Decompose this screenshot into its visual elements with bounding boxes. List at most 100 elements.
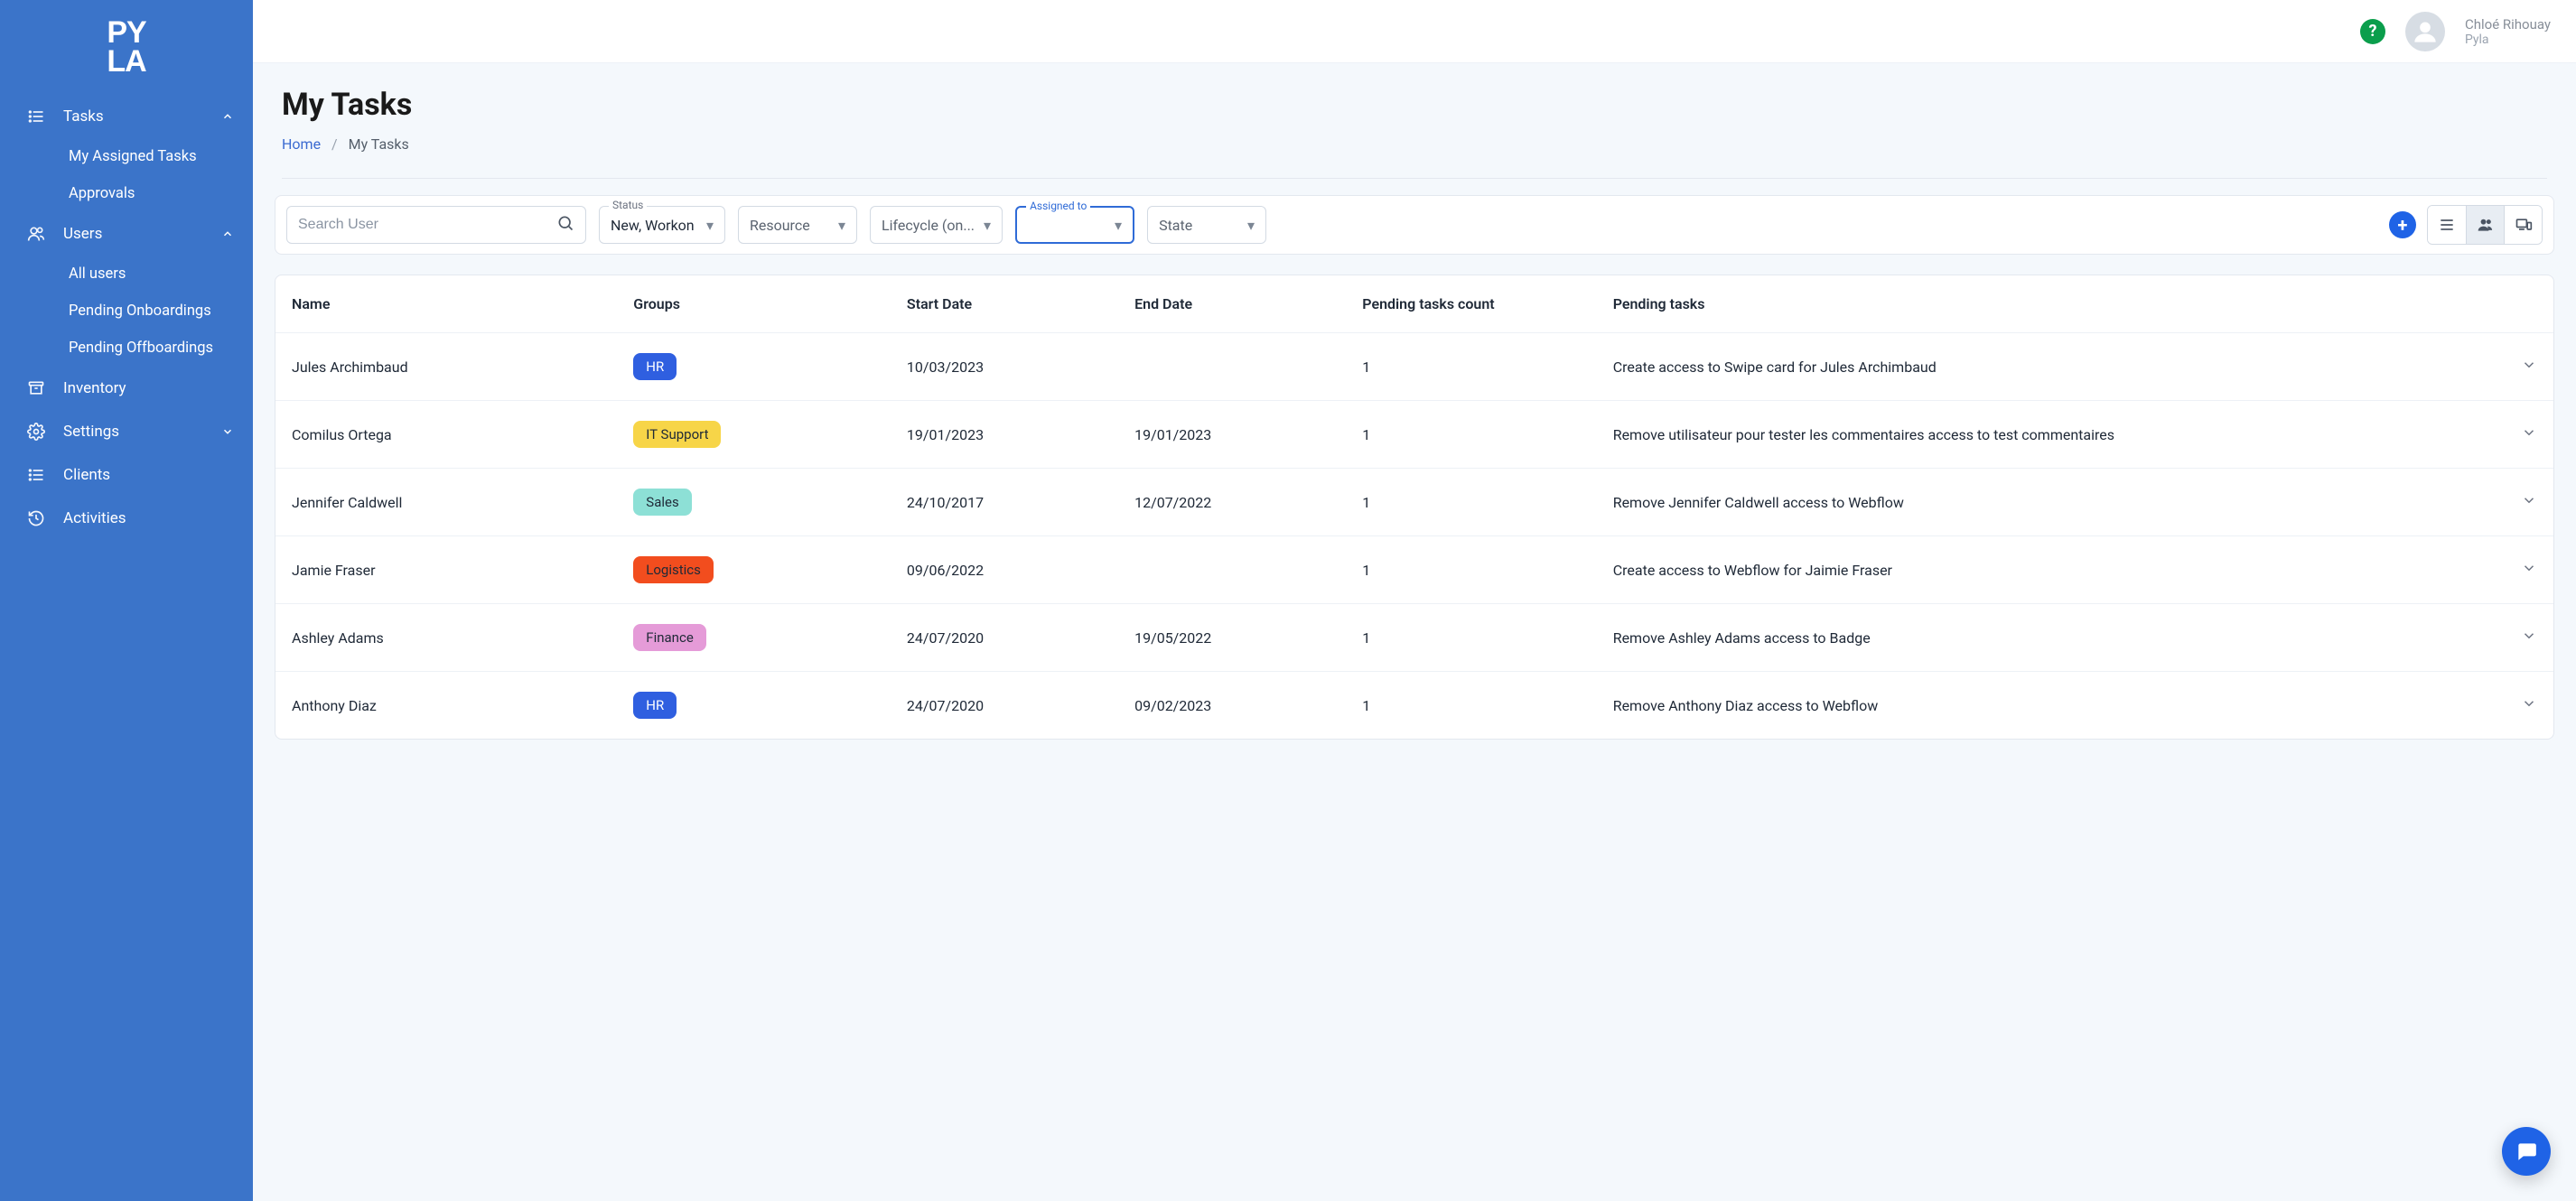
user-org: Pyla <box>2465 33 2551 47</box>
history-icon <box>27 509 45 527</box>
search-input[interactable] <box>298 217 556 233</box>
sidebar-item-my-assigned-tasks[interactable]: My Assigned Tasks <box>0 138 253 175</box>
user-name: Chloé Rihouay <box>2465 16 2551 33</box>
expand-row-button[interactable] <box>2440 469 2553 536</box>
sidebar-item-pending-onboardings[interactable]: Pending Onboardings <box>0 293 253 330</box>
divider <box>282 178 2547 179</box>
cell-group: HR <box>617 672 891 740</box>
chevron-down-icon: ▾ <box>1247 217 1255 234</box>
cell-task: Create access to Swipe card for Jules Ar… <box>1597 333 2440 401</box>
chevron-down-icon <box>220 424 235 439</box>
cell-count: 1 <box>1346 401 1596 469</box>
sidebar-item-clients[interactable]: Clients <box>0 453 253 497</box>
view-devices-button[interactable] <box>2504 206 2542 244</box>
chevron-down-icon <box>2521 357 2537 373</box>
filter-placeholder: Resource <box>750 217 810 234</box>
breadcrumb-home-link[interactable]: Home <box>282 135 321 153</box>
chevron-down-icon: ▾ <box>706 217 714 234</box>
list-icon <box>27 466 45 484</box>
add-button[interactable]: + <box>2389 211 2416 238</box>
topbar: ? Chloé Rihouay Pyla <box>253 0 2576 63</box>
expand-row-button[interactable] <box>2440 536 2553 604</box>
cell-count: 1 <box>1346 604 1596 672</box>
cell-start: 09/06/2022 <box>891 536 1118 604</box>
help-button[interactable]: ? <box>2360 19 2385 44</box>
sidebar-item-label: Tasks <box>63 107 202 126</box>
filter-status[interactable]: Status New, Workon ▾ <box>599 206 725 244</box>
sidebar-item-label: All users <box>69 265 126 283</box>
col-start-date: Start Date <box>891 275 1118 333</box>
sidebar-item-users[interactable]: Users <box>0 212 253 256</box>
sidebar-item-label: Settings <box>63 423 202 441</box>
filter-assigned-to[interactable]: Assigned to ▾ <box>1015 206 1134 244</box>
cell-group: Finance <box>617 604 891 672</box>
table-row[interactable]: Comilus OrtegaIT Support19/01/202319/01/… <box>275 401 2553 469</box>
chat-fab[interactable] <box>2502 1127 2551 1176</box>
filter-bar: Status New, Workon ▾ Resource ▾ Lifecycl… <box>275 195 2554 255</box>
chevron-down-icon <box>2521 695 2537 712</box>
sidebar-item-pending-offboardings[interactable]: Pending Offboardings <box>0 330 253 367</box>
group-tag: HR <box>633 353 677 380</box>
chevron-down-icon <box>2521 628 2537 644</box>
cell-end: 19/05/2022 <box>1118 604 1346 672</box>
expand-row-button[interactable] <box>2440 672 2553 740</box>
cell-count: 1 <box>1346 333 1596 401</box>
cell-end: 12/07/2022 <box>1118 469 1346 536</box>
sidebar-item-approvals[interactable]: Approvals <box>0 175 253 212</box>
cell-start: 24/07/2020 <box>891 672 1118 740</box>
expand-row-button[interactable] <box>2440 401 2553 469</box>
cell-group: HR <box>617 333 891 401</box>
cell-name: Comilus Ortega <box>275 401 617 469</box>
col-name: Name <box>275 275 617 333</box>
filter-label: Status <box>609 199 647 211</box>
filter-lifecycle[interactable]: Lifecycle (on... ▾ <box>870 206 1003 244</box>
cell-task: Create access to Webflow for Jaimie Fras… <box>1597 536 2440 604</box>
logo: PY LA <box>0 11 253 95</box>
group-tag: Logistics <box>633 556 714 583</box>
question-icon: ? <box>2368 22 2376 41</box>
sidebar-item-settings[interactable]: Settings <box>0 410 253 453</box>
expand-row-button[interactable] <box>2440 604 2553 672</box>
sidebar-item-tasks[interactable]: Tasks <box>0 95 253 138</box>
chevron-up-icon <box>220 109 235 124</box>
search-input-wrap[interactable] <box>286 206 586 244</box>
table-row[interactable]: Jules ArchimbaudHR10/03/20231Create acce… <box>275 333 2553 401</box>
breadcrumb-sep: / <box>331 135 338 153</box>
table-row[interactable]: Ashley AdamsFinance24/07/202019/05/20221… <box>275 604 2553 672</box>
chevron-down-icon <box>2521 424 2537 441</box>
filter-state[interactable]: State ▾ <box>1147 206 1266 244</box>
cell-end <box>1118 536 1346 604</box>
table-row[interactable]: Anthony DiazHR24/07/202009/02/20231Remov… <box>275 672 2553 740</box>
view-toggle <box>2427 205 2543 245</box>
filter-value: New, Workon <box>611 217 695 234</box>
table-row[interactable]: Jennifer CaldwellSales24/10/201712/07/20… <box>275 469 2553 536</box>
chevron-down-icon: ▾ <box>1115 217 1122 234</box>
people-icon <box>27 225 45 243</box>
page-header: My Tasks Home / My Tasks <box>253 63 2576 160</box>
cell-end: 19/01/2023 <box>1118 401 1346 469</box>
cell-count: 1 <box>1346 536 1596 604</box>
chevron-up-icon <box>220 227 235 241</box>
cell-count: 1 <box>1346 672 1596 740</box>
sidebar: PY LA Tasks My Assigned Tasks Approvals <box>0 0 253 1201</box>
sidebar-item-all-users[interactable]: All users <box>0 256 253 293</box>
cell-start: 24/07/2020 <box>891 604 1118 672</box>
col-pending-count: Pending tasks count <box>1346 275 1596 333</box>
expand-row-button[interactable] <box>2440 333 2553 401</box>
breadcrumb-current: My Tasks <box>349 135 409 153</box>
filter-label: Assigned to <box>1026 200 1090 212</box>
table-row[interactable]: Jamie FraserLogistics09/06/20221Create a… <box>275 536 2553 604</box>
view-people-button[interactable] <box>2466 206 2504 244</box>
chevron-down-icon <box>2521 492 2537 508</box>
cell-name: Jules Archimbaud <box>275 333 617 401</box>
avatar[interactable] <box>2405 12 2445 51</box>
sidebar-item-activities[interactable]: Activities <box>0 497 253 540</box>
breadcrumb: Home / My Tasks <box>282 135 2547 153</box>
filter-resource[interactable]: Resource ▾ <box>738 206 857 244</box>
logo-line-1: PY <box>90 18 163 47</box>
sidebar-item-inventory[interactable]: Inventory <box>0 367 253 410</box>
cell-name: Anthony Diaz <box>275 672 617 740</box>
view-list-button[interactable] <box>2428 206 2466 244</box>
sidebar-item-label: Clients <box>63 466 235 484</box>
chevron-down-icon <box>2521 560 2537 576</box>
